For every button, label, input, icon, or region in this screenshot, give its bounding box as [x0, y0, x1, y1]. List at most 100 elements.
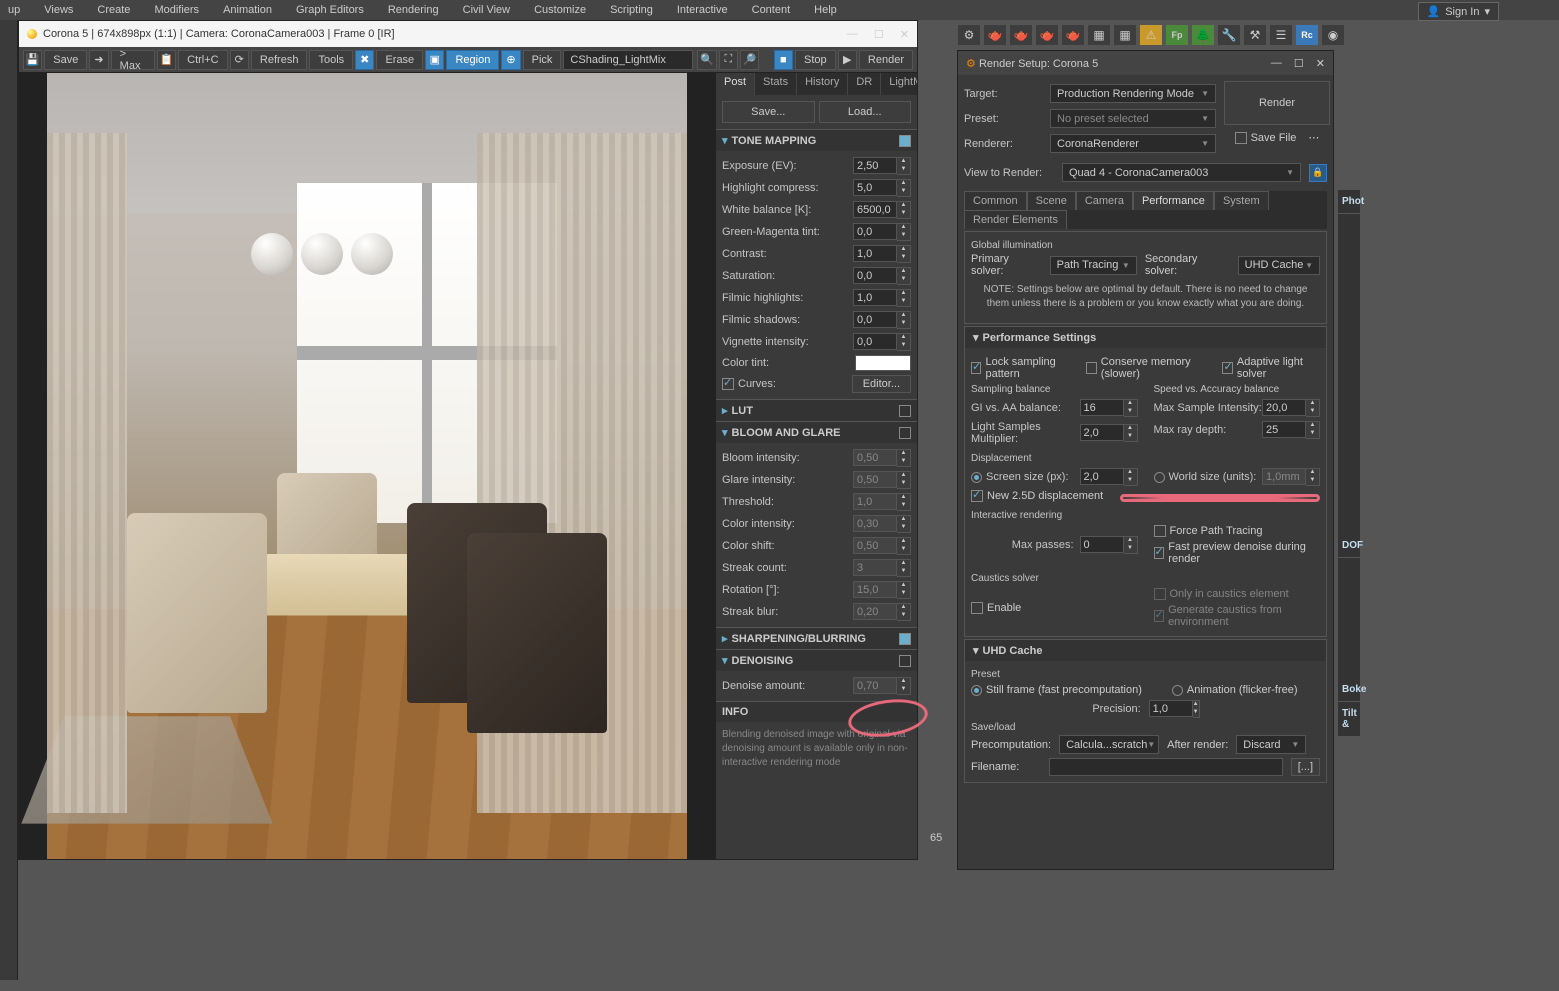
fp-icon[interactable]: Fp [1165, 24, 1189, 46]
teapot-icon[interactable]: 🫖 [1035, 24, 1059, 46]
world-size-spinner[interactable]: ▲▼ [1262, 468, 1320, 486]
lock-sampling-checkbox[interactable] [971, 362, 981, 374]
max-passes-spinner[interactable]: ▲▼ [1080, 536, 1138, 554]
n25d-checkbox[interactable] [971, 490, 983, 502]
lock-icon[interactable]: 🔒 [1309, 164, 1327, 182]
tint-color[interactable] [855, 355, 911, 371]
sharpen-checkbox[interactable] [899, 633, 911, 645]
mrd-spinner[interactable]: ▲▼ [1262, 421, 1320, 439]
tab-system[interactable]: System [1214, 191, 1269, 210]
pick-crosshair-icon[interactable]: ⊕ [501, 50, 520, 70]
tool-icon[interactable]: ⚙ [957, 24, 981, 46]
browse-button[interactable]: [...] [1291, 758, 1320, 776]
lut-checkbox[interactable] [899, 405, 911, 417]
list-icon[interactable]: ☰ [1269, 24, 1293, 46]
menu-item[interactable]: Scripting [610, 4, 653, 16]
stop-icon[interactable]: ■ [774, 50, 793, 70]
vtr-dropdown[interactable]: Quad 4 - CoronaCamera003▼ [1062, 163, 1301, 182]
tab-dr[interactable]: DR [848, 73, 881, 95]
color-shift-spinner[interactable]: ▲▼ [853, 537, 911, 555]
menu-item[interactable]: Animation [223, 4, 272, 16]
fpd-checkbox[interactable] [1154, 547, 1165, 559]
load-settings-button[interactable]: Load... [819, 101, 912, 123]
threshold-spinner[interactable]: ▲▼ [853, 493, 911, 511]
maximize-icon[interactable]: ☐ [1294, 57, 1304, 70]
rc-tilt[interactable]: Tilt & [1338, 702, 1360, 737]
preset-dropdown[interactable]: No preset selected▼ [1050, 109, 1216, 128]
teapot-icon[interactable]: 🫖 [1061, 24, 1085, 46]
world-size-radio[interactable] [1154, 472, 1165, 483]
rc-dof[interactable]: DOF [1338, 534, 1360, 558]
sharpen-header[interactable]: ▸SHARPENING/BLURRING [716, 628, 917, 649]
menu-item[interactable]: Help [814, 4, 837, 16]
menu-item[interactable]: Views [44, 4, 73, 16]
zoom-in-icon[interactable]: 🔍 [697, 50, 716, 70]
rc-boke[interactable]: Boke [1338, 678, 1360, 702]
render-button[interactable]: Render [859, 50, 913, 70]
screen-size-radio[interactable] [971, 472, 982, 483]
contrast-spinner[interactable]: ▲▼ [853, 245, 911, 263]
menu-item[interactable]: Interactive [677, 4, 728, 16]
teapot-icon[interactable]: 🫖 [1009, 24, 1033, 46]
bloom-header[interactable]: ▾BLOOM AND GLARE [716, 422, 917, 443]
layer-input[interactable] [563, 50, 693, 70]
sat-spinner[interactable]: ▲▼ [853, 267, 911, 285]
minimize-icon[interactable]: — [1271, 57, 1282, 70]
tab-history[interactable]: History [797, 73, 848, 95]
info-header[interactable]: INFO [716, 702, 917, 722]
uhd-rollout-header[interactable]: ▾UHD Cache [965, 640, 1326, 661]
rs-titlebar[interactable]: ⚙ Render Setup: Corona 5 —☐✕ [958, 51, 1333, 75]
lut-header[interactable]: ▸LUT [716, 400, 917, 421]
still-radio[interactable] [971, 685, 982, 696]
rc-icon[interactable]: Rc [1295, 24, 1319, 46]
menu-item[interactable]: Modifiers [154, 4, 199, 16]
after-render-dropdown[interactable]: Discard▼ [1236, 735, 1306, 754]
gi-aa-spinner[interactable]: ▲▼ [1080, 399, 1138, 417]
region-icon[interactable]: ▣ [425, 50, 444, 70]
denoise-amt-spinner[interactable]: ▲▼ [853, 677, 911, 695]
denoise-header[interactable]: ▾DENOISING [716, 650, 917, 671]
menu-item[interactable]: Rendering [388, 4, 439, 16]
zoom-out-icon[interactable]: 🔎 [740, 50, 759, 70]
warning-icon[interactable]: ⚠ [1139, 24, 1163, 46]
wb-spinner[interactable]: ▲▼ [853, 201, 911, 219]
tone-enable-checkbox[interactable] [899, 135, 911, 147]
menu-item[interactable]: Content [752, 4, 791, 16]
anim-radio[interactable] [1172, 685, 1183, 696]
tree-icon[interactable]: 🌲 [1191, 24, 1215, 46]
tomax-button[interactable]: > Max [111, 50, 155, 70]
menu-item[interactable]: Create [97, 4, 130, 16]
bloom-checkbox[interactable] [899, 427, 911, 439]
tone-mapping-header[interactable]: ▾TONE MAPPING [716, 130, 917, 151]
arrow-icon[interactable]: ➜ [89, 50, 108, 70]
exposure-spinner[interactable]: ▲▼ [853, 157, 911, 175]
region-button[interactable]: Region [446, 50, 499, 70]
glare-int-spinner[interactable]: ▲▼ [853, 471, 911, 489]
curves-editor-button[interactable]: Editor... [852, 375, 911, 393]
highlight-spinner[interactable]: ▲▼ [853, 179, 911, 197]
primary-solver-dropdown[interactable]: Path Tracing▼ [1050, 256, 1137, 275]
grid-icon[interactable]: ▦ [1087, 24, 1111, 46]
menu-item[interactable]: Customize [534, 4, 586, 16]
color-int-spinner[interactable]: ▲▼ [853, 515, 911, 533]
curves-checkbox[interactable] [722, 378, 734, 390]
grid-icon[interactable]: ▦ [1113, 24, 1137, 46]
wrench-icon[interactable]: 🔧 [1217, 24, 1241, 46]
tools-button[interactable]: Tools [309, 50, 353, 70]
renderer-dropdown[interactable]: CoronaRenderer▼ [1050, 134, 1216, 153]
precomp-dropdown[interactable]: Calcula...scratch▼ [1059, 735, 1159, 754]
denoise-checkbox[interactable] [899, 655, 911, 667]
save-icon[interactable]: 💾 [23, 50, 42, 70]
tab-camera[interactable]: Camera [1076, 191, 1133, 210]
refresh-icon[interactable]: ⟳ [230, 50, 249, 70]
menu-item[interactable]: Graph Editors [296, 4, 364, 16]
rotation-spinner[interactable]: ▲▼ [853, 581, 911, 599]
tool-icon[interactable]: ⚒ [1243, 24, 1267, 46]
zoom-fit-icon[interactable]: ⛶ [719, 50, 738, 70]
bloom-int-spinner[interactable]: ▲▼ [853, 449, 911, 467]
filename-input[interactable] [1049, 758, 1283, 776]
enable-caustics-checkbox[interactable] [971, 602, 983, 614]
target-dropdown[interactable]: Production Rendering Mode▼ [1050, 84, 1216, 103]
erase-icon[interactable]: ✖ [355, 50, 374, 70]
stop-button[interactable]: Stop [795, 50, 836, 70]
